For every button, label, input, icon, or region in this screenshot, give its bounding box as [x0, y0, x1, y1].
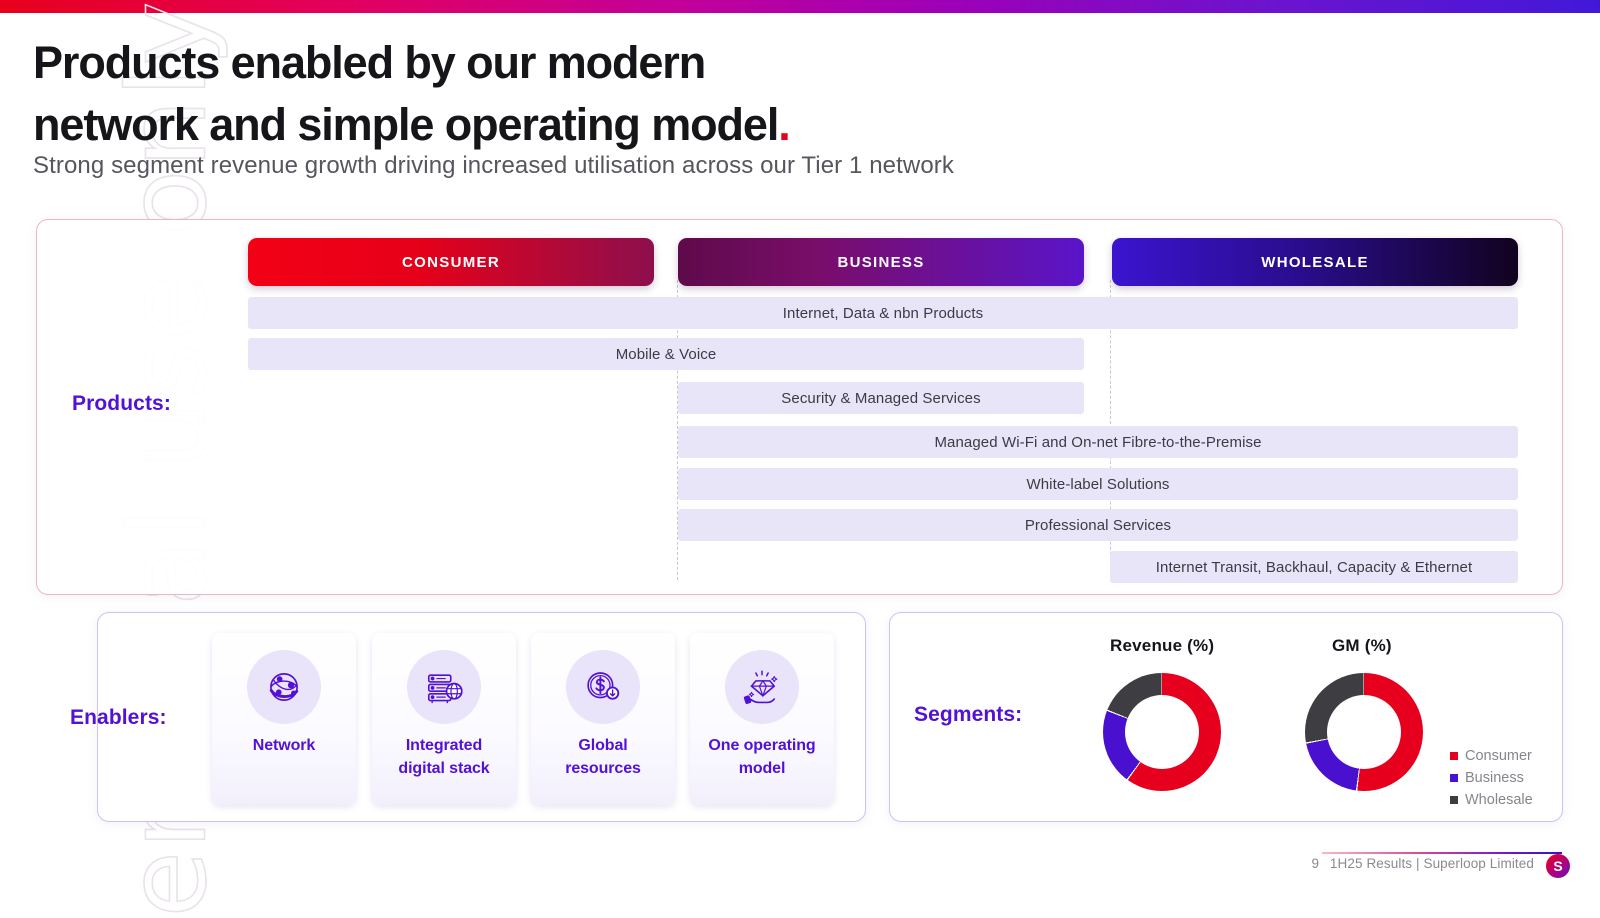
footer-text: 9 1H25 Results | Superloop Limited	[1311, 856, 1534, 871]
top-gradient-bar	[0, 0, 1600, 13]
product-row: White-label Solutions	[678, 468, 1518, 500]
footer-label: 1H25 Results | Superloop Limited	[1329, 856, 1534, 871]
segment-header-business[interactable]: BUSINESS	[678, 238, 1084, 286]
enabler-label-line1: Integrated	[405, 737, 483, 754]
section-label-segments: Segments:	[914, 703, 1023, 726]
products-panel: CONSUMER BUSINESS WHOLESALE Internet, Da…	[36, 219, 1563, 595]
section-label-products: Products:	[72, 392, 171, 415]
page-number: 9	[1311, 856, 1320, 871]
legend-label: Business	[1465, 769, 1524, 786]
diamond-in-hand-icon	[725, 650, 799, 724]
enabler-card-one-operating-model[interactable]: One operating model	[690, 633, 834, 805]
enabler-label: One operating model	[708, 734, 815, 780]
legend-item-business: Business	[1450, 767, 1533, 788]
server-stack-globe-icon	[407, 650, 481, 724]
product-row: Security & Managed Services	[678, 382, 1084, 414]
enabler-label: Integrated digital stack	[398, 734, 489, 780]
title-accent-dot: .	[778, 99, 791, 150]
enabler-label: Network	[252, 734, 316, 757]
footer-divider	[1322, 852, 1562, 854]
enabler-card-global-resources[interactable]: Global resources	[531, 633, 675, 805]
enablers-panel: Network Integrated digital stack Global …	[97, 612, 866, 822]
network-globe-icon	[247, 650, 321, 724]
legend-item-wholesale: Wholesale	[1450, 789, 1533, 810]
enabler-label: Global resources	[565, 734, 641, 780]
enabler-label-line1: One operating	[708, 737, 816, 754]
page-title: Products enabled by our modern network a…	[33, 32, 791, 156]
enabler-label-line2: digital stack	[398, 760, 490, 777]
superloop-logo-icon: S	[1546, 854, 1570, 878]
product-row: Internet, Data & nbn Products	[248, 297, 1518, 329]
dollar-coin-icon	[566, 650, 640, 724]
enabler-card-network[interactable]: Network	[212, 633, 356, 805]
legend-label: Wholesale	[1465, 791, 1533, 808]
logo-glyph: S	[1553, 858, 1563, 874]
title-line-2: network and simple operating model	[33, 99, 779, 150]
legend-swatch	[1450, 795, 1458, 804]
product-row: Mobile & Voice	[248, 338, 1084, 370]
donut-chart-gm[interactable]	[1305, 673, 1423, 791]
product-row: Professional Services	[678, 509, 1518, 541]
chart-title-revenue: Revenue (%)	[1110, 636, 1215, 655]
legend-swatch	[1450, 751, 1458, 760]
product-row: Managed Wi-Fi and On-net Fibre-to-the-Pr…	[678, 426, 1518, 458]
chart-legend: Consumer Business Wholesale	[1450, 745, 1533, 811]
donut-chart-revenue[interactable]	[1103, 673, 1221, 791]
enabler-label-line2: resources	[565, 760, 641, 777]
legend-label: Consumer	[1465, 747, 1532, 764]
enabler-card-integrated-digital-stack[interactable]: Integrated digital stack	[372, 633, 516, 805]
enabler-label-line1: Network	[252, 737, 316, 754]
segment-header-consumer[interactable]: CONSUMER	[248, 238, 654, 286]
section-label-enablers: Enablers:	[70, 706, 167, 729]
page-subtitle: Strong segment revenue growth driving in…	[33, 152, 954, 179]
title-line-1: Products enabled by our modern	[33, 37, 706, 88]
legend-swatch	[1450, 773, 1458, 782]
legend-item-consumer: Consumer	[1450, 745, 1533, 766]
segment-header-wholesale[interactable]: WHOLESALE	[1112, 238, 1518, 286]
product-row: Internet Transit, Backhaul, Capacity & E…	[1110, 551, 1518, 583]
enabler-label-line1: Global	[578, 737, 628, 754]
enabler-label-line2: model	[738, 760, 786, 777]
chart-title-gm: GM (%)	[1332, 636, 1392, 655]
